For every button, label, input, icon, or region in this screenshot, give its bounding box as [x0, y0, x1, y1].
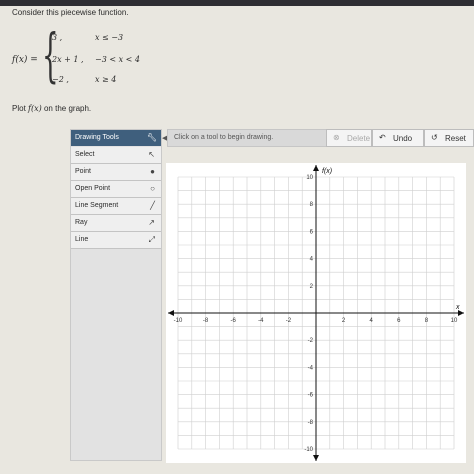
instruction-text: Plot f(x) on the graph.	[12, 104, 92, 113]
y-tick-label: -6	[308, 393, 314, 399]
y-tick-label: 10	[306, 175, 313, 181]
undo-button[interactable]: ↶ Undo	[372, 129, 424, 147]
line-icon: ⤢	[148, 235, 155, 244]
dot-icon: ●	[150, 167, 155, 176]
case-1-condition: x ≤ −3	[95, 33, 124, 42]
reset-icon: ↺	[431, 133, 438, 142]
x-tick-label: -6	[231, 318, 237, 324]
delete-icon: ⊗	[333, 133, 340, 142]
x-tick-label: -8	[203, 318, 209, 324]
case-3-value: −2 ,	[52, 75, 69, 84]
tool-select[interactable]: Select ↖	[71, 147, 161, 164]
drawing-tools-title: Drawing Tools	[75, 134, 119, 141]
drawing-tools-header: Drawing Tools 🔧︎	[71, 130, 161, 146]
hint-box: Click on a tool to begin drawing.	[167, 129, 327, 147]
tool-point[interactable]: Point ●	[71, 164, 161, 181]
x-tick-label: 10	[451, 318, 458, 324]
case-2-value: 2x + 1 ,	[52, 55, 84, 64]
y-tick-label: -2	[308, 338, 314, 344]
undo-icon: ↶	[379, 133, 386, 142]
question-text: Consider this piecewise function.	[12, 8, 129, 17]
ray-icon: ↗	[148, 218, 155, 227]
pointer-icon: ↖	[148, 150, 155, 159]
y-tick-label: -8	[308, 420, 314, 426]
x-tick-label: -4	[258, 318, 264, 324]
tool-line-segment[interactable]: Line Segment ╱	[71, 198, 161, 215]
instruction-math: f(x)	[28, 104, 42, 113]
case-2-condition: −3 < x < 4	[95, 55, 140, 64]
case-1-value: 3 ,	[52, 33, 63, 42]
tool-open-point[interactable]: Open Point ○	[71, 181, 161, 198]
y-tick-label: -4	[308, 365, 314, 371]
x-tick-label: -10	[174, 318, 183, 324]
case-3-condition: x ≥ 4	[95, 75, 117, 84]
delete-button[interactable]: ⊗ Delete	[326, 129, 372, 147]
top-bar	[0, 0, 474, 6]
tool-line[interactable]: Line ⤢	[71, 232, 161, 249]
y-tick-label: -10	[304, 447, 313, 453]
y-axis-label: f(x)	[322, 168, 332, 175]
function-label: f(x) =	[12, 55, 38, 65]
drawing-tools-panel: Drawing Tools 🔧︎ Select ↖ Point ● Open P…	[70, 129, 162, 461]
segment-icon: ╱	[150, 201, 155, 210]
x-axis-label: x	[455, 304, 460, 311]
coordinate-graph[interactable]: -10 -10 -8 -8 -6 -6 -4 -4 -2 -2 2 2 4 4 6 6 8 8 10 10 f(x) …	[166, 163, 466, 463]
open-dot-icon: ○	[150, 184, 155, 193]
hint-text: Click on a tool to begin drawing.	[174, 134, 274, 141]
graph-svg[interactable]: -10-10-8-8-6-6-4-4-2-2224466881010 f(x) …	[166, 163, 466, 463]
x-tick-label: -2	[286, 318, 292, 324]
tool-ray[interactable]: Ray ↗	[71, 215, 161, 232]
reset-button[interactable]: ↺ Reset	[424, 129, 474, 147]
wrench-icon: 🔧︎	[146, 133, 157, 142]
